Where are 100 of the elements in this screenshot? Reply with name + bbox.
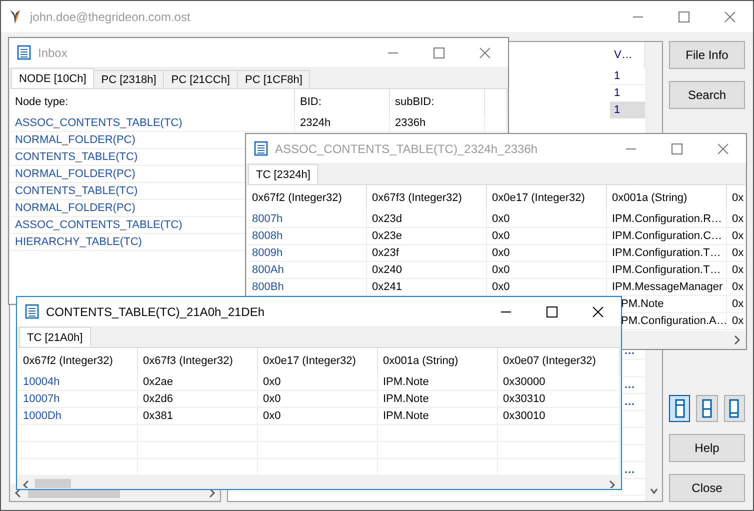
table-icon	[17, 45, 31, 60]
column-header[interactable]: 0x001a (String)	[607, 185, 727, 211]
table-cell: IPM.Configuration.T…	[612, 247, 721, 259]
table-cell: 0x0	[263, 376, 281, 388]
table-cell[interactable]: NORMAL_FOLDER(PC)	[15, 134, 136, 146]
table-cell[interactable]: CONTENTS_TABLE(TC)	[15, 151, 138, 163]
table-cell: 0x0	[492, 213, 510, 225]
list-cell[interactable]: …	[624, 379, 635, 391]
column-header[interactable]: 0x67f2 (Integer32)	[18, 348, 138, 374]
column-header[interactable]: 0x	[727, 185, 745, 211]
horizontal-scrollbar[interactable]	[18, 476, 620, 488]
layout-button[interactable]	[724, 395, 745, 422]
table-cell: IPM.Note	[383, 410, 429, 422]
table-cell: 0x	[732, 315, 744, 327]
table-cell[interactable]: 10007h	[23, 393, 60, 405]
table-cell: 0x23d	[372, 213, 402, 225]
table-cell[interactable]: ASSOC_CONTENTS_TABLE(TC)	[15, 219, 182, 231]
action-button[interactable]: Close	[669, 474, 745, 502]
column-header[interactable]: 0x001a (String)	[378, 348, 498, 374]
table-cell: 0x2d6	[143, 393, 173, 405]
column-header[interactable]: 0x67f3 (Integer32)	[367, 185, 487, 211]
layout-button[interactable]	[669, 395, 690, 422]
window-title: john.doe@thegrideon.com.ost	[30, 10, 192, 24]
action-button[interactable]: File Info	[669, 41, 745, 69]
table-cell: IPM.Note	[383, 393, 429, 405]
column-header[interactable]: subBID:	[390, 89, 485, 115]
window-title: ASSOC_CONTENTS_TABLE(TC)_2324h_2336h	[275, 142, 539, 156]
table-cell[interactable]: HIERARCHY_TABLE(TC)	[15, 236, 142, 248]
action-button[interactable]: Search	[669, 81, 745, 109]
table-cell: 0x2ae	[143, 376, 173, 388]
pane-layout-icon	[702, 399, 712, 418]
list-cell[interactable]: 1	[610, 102, 645, 119]
table-cell: 0x240	[372, 264, 402, 276]
table-cell: IPM.MessageManager	[612, 281, 723, 293]
table-cell: IPM.Note	[383, 376, 429, 388]
table-cell: 0x381	[143, 410, 173, 422]
column-header[interactable]: BID:	[295, 89, 390, 115]
table-cell: IPM.Configuration.C…	[612, 230, 722, 242]
table-cell: 0x0	[492, 281, 510, 293]
scroll-down-icon[interactable]	[650, 487, 658, 497]
column-header[interactable]: Node type:	[10, 89, 295, 115]
table-cell[interactable]: 1000Dh	[23, 410, 62, 422]
list-cell[interactable]: …	[624, 396, 635, 408]
scroll-right-icon[interactable]	[608, 480, 616, 488]
table-cell: 0x0	[492, 247, 510, 259]
table-cell: 0x30310	[503, 393, 546, 405]
layout-button[interactable]	[696, 395, 718, 422]
table-cell[interactable]: ASSOC_CONTENTS_TABLE(TC)	[15, 117, 182, 129]
table-cell: 0x0	[263, 410, 281, 422]
logo-icon	[9, 8, 21, 24]
column-header[interactable]: 0x67f2 (Integer32)	[247, 185, 367, 211]
table-cell: 0x	[732, 298, 744, 310]
table-cell: 0x	[732, 264, 744, 276]
table-cell[interactable]: 800Ah	[252, 264, 284, 276]
table-cell: 0x	[732, 247, 744, 259]
table-cell: 0x	[732, 213, 744, 225]
table-cell[interactable]: NORMAL_FOLDER(PC)	[15, 168, 136, 180]
table-cell: 0x23f	[372, 247, 399, 259]
table-cell: 0x30000	[503, 376, 546, 388]
table-cell: IPM.Configuration.R…	[612, 213, 722, 225]
table-cell: IPM.Configuration.T…	[612, 264, 721, 276]
table-cell: 0x	[732, 230, 744, 242]
tab[interactable]: TC [2324h]	[248, 164, 318, 184]
table-cell[interactable]: 8009h	[252, 247, 283, 259]
action-button[interactable]: Help	[669, 434, 745, 462]
table-cell: 0x23e	[372, 230, 402, 242]
column-header[interactable]: 0x0e17 (Integer32)	[258, 348, 378, 374]
pane-layout-icon	[729, 399, 740, 418]
table-cell[interactable]: 8007h	[252, 213, 283, 225]
table-cell: PM.Note	[621, 298, 664, 310]
table-icon	[254, 141, 268, 156]
table-cell[interactable]: CONTENTS_TABLE(TC)	[15, 185, 138, 197]
table-cell: 0x0	[263, 393, 281, 405]
table-cell: 0x0	[492, 264, 510, 276]
scroll-right-icon[interactable]	[208, 488, 216, 498]
table-cell[interactable]: NORMAL_FOLDER(PC)	[15, 202, 136, 214]
column-header[interactable]: 0x0e07 (Integer32)	[498, 348, 620, 374]
window-title: Inbox	[38, 46, 68, 60]
table-cell: 2336h	[395, 117, 426, 129]
table-cell: PM.Configuration.A…	[621, 315, 728, 327]
tab[interactable]: NODE [10Ch]	[11, 68, 94, 88]
table-cell: 0x0	[492, 230, 510, 242]
tab[interactable]: PC [21CCh]	[163, 70, 238, 88]
table-cell: 2324h	[300, 117, 331, 129]
table-cell[interactable]: 8008h	[252, 230, 283, 242]
column-header[interactable]: 0x67f3 (Integer32)	[138, 348, 258, 374]
tab[interactable]: PC [1CF8h]	[237, 70, 310, 88]
window-title: CONTENTS_TABLE(TC)_21A0h_21DEh	[46, 304, 266, 318]
scroll-right-icon[interactable]	[733, 334, 741, 344]
table-cell: 0x30010	[503, 410, 546, 422]
tab[interactable]: TC [21A0h]	[19, 327, 91, 347]
table-cell: 0x	[732, 281, 744, 293]
list-cell[interactable]: …	[624, 464, 635, 476]
tab[interactable]: PC [2318h]	[93, 70, 164, 88]
table-cell[interactable]: 10004h	[23, 376, 60, 388]
column-header[interactable]: 0x0e17 (Integer32)	[487, 185, 607, 211]
table-cell[interactable]: 800Bh	[252, 281, 284, 293]
scroll-thumb[interactable]	[35, 479, 71, 488]
pane-layout-icon	[674, 399, 685, 418]
table-cell: 0x241	[372, 281, 402, 293]
